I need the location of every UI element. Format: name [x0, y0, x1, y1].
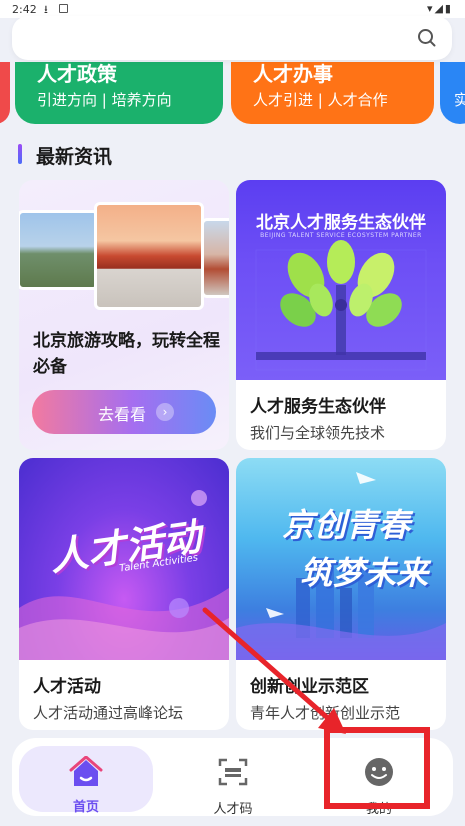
- go-see-button[interactable]: 去看看 ›: [32, 390, 216, 434]
- tab-label: 首页: [72, 800, 99, 815]
- quick-card-talent-affairs[interactable]: 人才办事 人才引进 | 人才合作: [231, 62, 434, 124]
- news-card-innovation-zone[interactable]: 京创青春 筑梦未来 创新创业示范区 青年人才创新创业示范: [236, 458, 446, 730]
- quick-card-subtitle: 引进方向 | 培养方向: [37, 91, 172, 109]
- news-card-title: 人才活动: [33, 677, 101, 697]
- section-accent-bar: [18, 144, 22, 164]
- tree-illustration: [255, 240, 427, 371]
- news-card-title: 北京旅游攻略，玩转全程必备: [33, 331, 220, 377]
- quick-card-partial-left[interactable]: [0, 62, 10, 124]
- banner-title-line1: 京创青春: [282, 506, 411, 544]
- quick-card-talent-policy[interactable]: 人才政策 引进方向 | 培养方向: [15, 62, 223, 124]
- quick-card-subtitle: 实: [454, 91, 465, 109]
- go-see-label: 去看看: [98, 405, 147, 424]
- temple-photo: [201, 218, 229, 298]
- innovation-banner-image: 京创青春 筑梦未来: [236, 458, 446, 660]
- banner-title-line2: 筑梦未来: [300, 554, 429, 592]
- section-title: 最新资讯: [36, 146, 113, 168]
- quick-card-subtitle: 人才引进 | 人才合作: [253, 91, 388, 109]
- ecosystem-banner-image: 北京人才服务生态伙伴 BEIJING TALENT SERVICE ECOSYS…: [236, 180, 446, 380]
- quick-card-title: 人才办事: [253, 62, 333, 86]
- home-icon: [69, 756, 103, 786]
- tab-label: 人才码: [213, 802, 253, 817]
- news-card-travel[interactable]: 北京旅游攻略，玩转全程必备 去看看 ›: [19, 180, 229, 450]
- annotation-highlight-box: [324, 727, 430, 809]
- chevron-right-icon: ›: [156, 403, 174, 421]
- search-bar[interactable]: [12, 16, 452, 60]
- news-card-description: 青年人才创新创业示范: [250, 704, 401, 722]
- status-time: 2:42: [12, 3, 37, 16]
- news-card-description: 我们与全球领先技术: [250, 424, 386, 442]
- news-card-title: 人才服务生态伙伴: [250, 397, 386, 417]
- news-card-ecosystem-partner[interactable]: 北京人才服务生态伙伴 BEIJING TALENT SERVICE ECOSYS…: [236, 180, 446, 450]
- quick-card-title: 人才政策: [37, 62, 117, 86]
- quick-card-partial-right[interactable]: 实: [440, 62, 465, 124]
- scan-code-icon: [218, 758, 248, 786]
- great-wall-photo: [19, 210, 99, 290]
- search-icon[interactable]: [417, 28, 437, 48]
- tab-home[interactable]: 首页: [19, 746, 153, 815]
- forbidden-city-photo: [94, 202, 204, 310]
- news-card-title: 创新创业示范区: [250, 677, 369, 697]
- news-card-description: 人才活动通过高峰论坛: [33, 704, 184, 722]
- news-card-talent-activity[interactable]: 人才活动 Talent Activities 人才活动 人才活动通过高峰论坛: [19, 458, 229, 730]
- signal-battery-icons: ▾◢▮: [426, 2, 453, 15]
- tab-talent-code[interactable]: 人才码: [166, 746, 300, 817]
- notification-icon: [59, 4, 68, 13]
- talent-activity-banner-image: 人才活动 Talent Activities: [19, 458, 229, 660]
